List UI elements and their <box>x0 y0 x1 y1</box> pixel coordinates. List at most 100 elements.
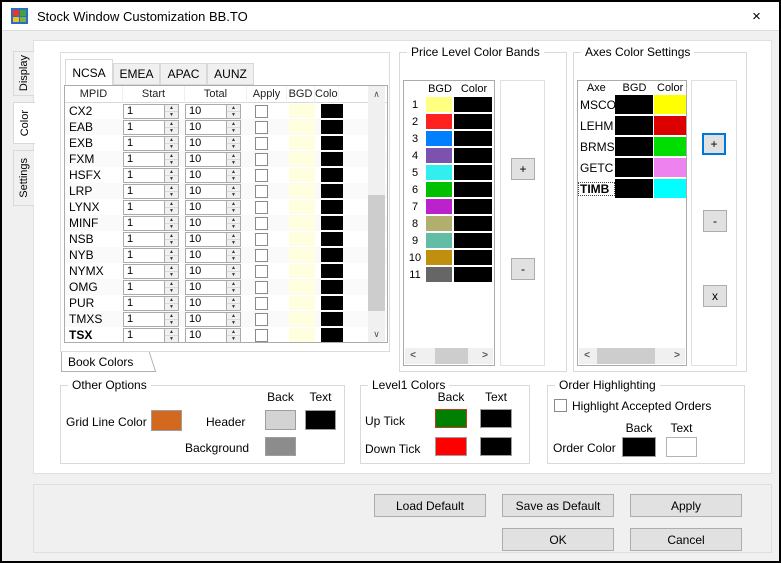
total-spinner[interactable]: 10 ▲ ▼ <box>185 152 241 167</box>
color-swatch[interactable] <box>321 248 343 262</box>
bgd-swatch[interactable] <box>289 264 315 278</box>
total-spinner[interactable]: 10 ▲ ▼ <box>185 168 241 183</box>
color-swatch[interactable] <box>454 97 492 112</box>
color-swatch[interactable] <box>454 165 492 180</box>
background-back-swatch[interactable] <box>265 437 296 456</box>
total-spinner[interactable]: 10 ▲ ▼ <box>185 328 241 343</box>
start-value[interactable]: 1 <box>124 137 164 150</box>
start-value[interactable]: 1 <box>124 281 164 294</box>
cancel-button[interactable]: Cancel <box>630 528 742 551</box>
bgd-swatch[interactable] <box>289 168 315 182</box>
scroll-left-icon[interactable]: < <box>579 348 595 364</box>
bgd-swatch[interactable] <box>289 280 315 294</box>
spinner-down-icon[interactable]: ▼ <box>227 272 240 278</box>
total-value[interactable]: 10 <box>186 313 226 326</box>
color-swatch[interactable] <box>321 312 343 326</box>
color-swatch[interactable] <box>321 104 343 118</box>
spinner-down-icon[interactable]: ▼ <box>227 256 240 262</box>
spinner-up-icon[interactable]: ▲ <box>227 137 240 144</box>
header-back-swatch[interactable] <box>265 410 296 430</box>
color-swatch[interactable] <box>454 148 492 163</box>
spinner-down-icon[interactable]: ▼ <box>165 240 178 246</box>
total-spinner[interactable]: 10 ▲ ▼ <box>185 104 241 119</box>
spinner-down-icon[interactable]: ▼ <box>165 272 178 278</box>
spinner-down-icon[interactable]: ▼ <box>227 176 240 182</box>
spinner-up-icon[interactable]: ▲ <box>165 121 178 128</box>
tab-ncsa[interactable]: NCSA <box>65 59 113 85</box>
total-value[interactable]: 10 <box>186 265 226 278</box>
color-swatch[interactable] <box>321 216 343 230</box>
bgd-swatch[interactable] <box>289 120 315 134</box>
spinner-down-icon[interactable]: ▼ <box>165 304 178 310</box>
start-value[interactable]: 1 <box>124 153 164 166</box>
apply-checkbox[interactable] <box>255 297 268 310</box>
spinner-up-icon[interactable]: ▲ <box>165 169 178 176</box>
apply-checkbox[interactable] <box>255 153 268 166</box>
total-spinner[interactable]: 10 ▲ ▼ <box>185 184 241 199</box>
start-spinner[interactable]: 1 ▲ ▼ <box>123 152 179 167</box>
apply-checkbox[interactable] <box>255 249 268 262</box>
ok-button[interactable]: OK <box>502 528 614 551</box>
axes-horizontal-scrollbar[interactable]: < > <box>579 348 685 364</box>
down-tick-back-swatch[interactable] <box>435 437 467 456</box>
start-spinner[interactable]: 1 ▲ ▼ <box>123 184 179 199</box>
spinner-down-icon[interactable]: ▼ <box>227 304 240 310</box>
scrollbar-thumb[interactable] <box>368 195 385 311</box>
total-value[interactable]: 10 <box>186 281 226 294</box>
bgd-swatch[interactable] <box>289 200 315 214</box>
bgd-swatch[interactable] <box>289 232 315 246</box>
up-tick-back-swatch[interactable] <box>435 409 467 428</box>
spinner-down-icon[interactable]: ▼ <box>165 176 178 182</box>
bgd-swatch[interactable] <box>289 248 315 262</box>
total-spinner[interactable]: 10 ▲ ▼ <box>185 312 241 327</box>
spinner-up-icon[interactable]: ▲ <box>227 313 240 320</box>
spinner-up-icon[interactable]: ▲ <box>227 201 240 208</box>
spinner-down-icon[interactable]: ▼ <box>165 256 178 262</box>
bgd-swatch[interactable] <box>426 114 452 129</box>
spinner-down-icon[interactable]: ▼ <box>227 160 240 166</box>
color-swatch[interactable] <box>454 182 492 197</box>
color-swatch[interactable] <box>321 280 343 294</box>
spinner-down-icon[interactable]: ▼ <box>165 208 178 214</box>
color-swatch[interactable] <box>321 296 343 310</box>
spinner-down-icon[interactable]: ▼ <box>165 224 178 230</box>
total-value[interactable]: 10 <box>186 153 226 166</box>
bgd-swatch[interactable] <box>615 179 653 198</box>
bgd-swatch[interactable] <box>615 116 653 135</box>
close-icon[interactable]: × <box>734 2 779 31</box>
spinner-up-icon[interactable]: ▲ <box>165 153 178 160</box>
color-swatch[interactable] <box>454 199 492 214</box>
start-value[interactable]: 1 <box>124 265 164 278</box>
total-value[interactable]: 10 <box>186 249 226 262</box>
total-spinner[interactable]: 10 ▲ ▼ <box>185 216 241 231</box>
bgd-swatch[interactable] <box>615 137 653 156</box>
save-as-default-button[interactable]: Save as Default <box>502 494 614 517</box>
color-swatch[interactable] <box>454 233 492 248</box>
start-value[interactable]: 1 <box>124 121 164 134</box>
total-value[interactable]: 10 <box>186 297 226 310</box>
total-spinner[interactable]: 10 ▲ ▼ <box>185 280 241 295</box>
bgd-swatch[interactable] <box>289 296 315 310</box>
total-spinner[interactable]: 10 ▲ ▼ <box>185 232 241 247</box>
bgd-swatch[interactable] <box>289 328 315 342</box>
bgd-swatch[interactable] <box>289 152 315 166</box>
start-spinner[interactable]: 1 ▲ ▼ <box>123 328 179 343</box>
spinner-up-icon[interactable]: ▲ <box>165 201 178 208</box>
bgd-swatch[interactable] <box>426 97 452 112</box>
apply-checkbox[interactable] <box>255 217 268 230</box>
spinner-up-icon[interactable]: ▲ <box>227 281 240 288</box>
color-swatch[interactable] <box>454 114 492 129</box>
spinner-up-icon[interactable]: ▲ <box>227 329 240 336</box>
apply-checkbox[interactable] <box>255 201 268 214</box>
spinner-up-icon[interactable]: ▲ <box>227 105 240 112</box>
start-spinner[interactable]: 1 ▲ ▼ <box>123 104 179 119</box>
spinner-down-icon[interactable]: ▼ <box>165 320 178 326</box>
start-spinner[interactable]: 1 ▲ ▼ <box>123 232 179 247</box>
total-value[interactable]: 10 <box>186 185 226 198</box>
spinner-down-icon[interactable]: ▼ <box>227 224 240 230</box>
start-value[interactable]: 1 <box>124 185 164 198</box>
scroll-right-icon[interactable]: > <box>477 348 493 364</box>
price-remove-button[interactable]: - <box>511 258 535 280</box>
load-default-button[interactable]: Load Default <box>374 494 486 517</box>
start-value[interactable]: 1 <box>124 105 164 118</box>
